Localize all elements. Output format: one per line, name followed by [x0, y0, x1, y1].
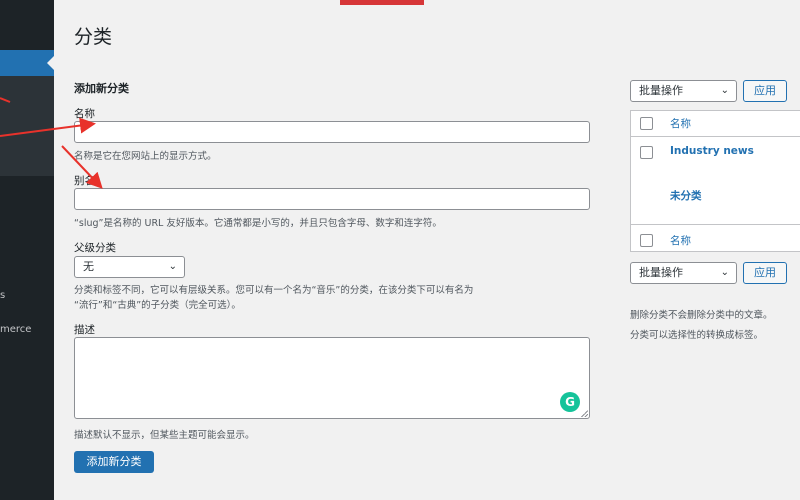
convert-note: 分类可以选择性的转换成标签。 [630, 330, 764, 341]
parent-selected-value: 无 [83, 260, 94, 273]
name-label: 名称 [74, 108, 95, 120]
grammarly-icon[interactable]: G [560, 392, 580, 412]
description-textarea[interactable]: G [74, 337, 590, 419]
column-footer-name[interactable]: 名称 [670, 233, 691, 248]
sidebar-item-label[interactable]: merce [0, 324, 31, 335]
description-label: 描述 [74, 324, 95, 336]
select-all-checkbox-footer[interactable] [640, 234, 653, 247]
sidebar-submenu [0, 76, 54, 176]
term-name-link[interactable]: 未分类 [670, 188, 702, 203]
row-divider [631, 224, 800, 225]
chevron-down-icon: ⌄ [720, 85, 729, 96]
name-help: 名称是它在您网站上的显示方式。 [74, 151, 217, 162]
column-header-name[interactable]: 名称 [670, 116, 691, 131]
form-section-title: 添加新分类 [74, 82, 129, 95]
add-category-button[interactable]: 添加新分类 [74, 451, 154, 473]
admin-bar-highlight [340, 0, 424, 5]
apply-button[interactable]: 应用 [743, 80, 787, 102]
chevron-down-icon: ⌄ [720, 267, 729, 278]
select-all-checkbox[interactable] [640, 117, 653, 130]
resize-handle-icon[interactable] [581, 410, 588, 417]
categories-table: 名称 Industry news 未分类 名称 [630, 110, 800, 252]
bulk-actions-value: 批量操作 [639, 84, 683, 97]
row-checkbox[interactable] [640, 146, 653, 159]
slug-label: 别名 [74, 175, 95, 187]
bulk-actions-select[interactable]: 批量操作 ⌄ [630, 80, 737, 102]
sidebar-item-active[interactable] [0, 50, 54, 76]
slug-help: “slug”是名称的 URL 友好版本。它通常都是小写的，并且只包含字母、数字和… [74, 218, 442, 229]
bulk-actions-select-bottom[interactable]: 批量操作 ⌄ [630, 262, 737, 284]
parent-help-line2: “流行”和“古典”的子分类（完全可选）。 [74, 300, 241, 311]
slug-input[interactable] [74, 188, 590, 210]
name-input[interactable] [74, 121, 590, 143]
term-name-link[interactable]: Industry news [670, 145, 754, 157]
page-title: 分类 [74, 26, 113, 48]
sidebar-item-label[interactable]: s [0, 290, 5, 301]
chevron-down-icon: ⌄ [168, 261, 177, 272]
parent-help-line1: 分类和标签不同，它可以有层级关系。您可以有一个名为“音乐”的分类，在该分类下可以… [74, 285, 474, 296]
admin-sidebar: s merce [0, 0, 54, 500]
description-help: 描述默认不显示，但某些主题可能会显示。 [74, 430, 255, 441]
parent-label: 父级分类 [74, 242, 116, 254]
parent-category-select[interactable]: 无 ⌄ [74, 256, 185, 278]
delete-note: 删除分类不会删除分类中的文章。 [630, 310, 773, 321]
bulk-actions-value: 批量操作 [639, 266, 683, 279]
apply-button-bottom[interactable]: 应用 [743, 262, 787, 284]
row-divider [631, 136, 800, 137]
